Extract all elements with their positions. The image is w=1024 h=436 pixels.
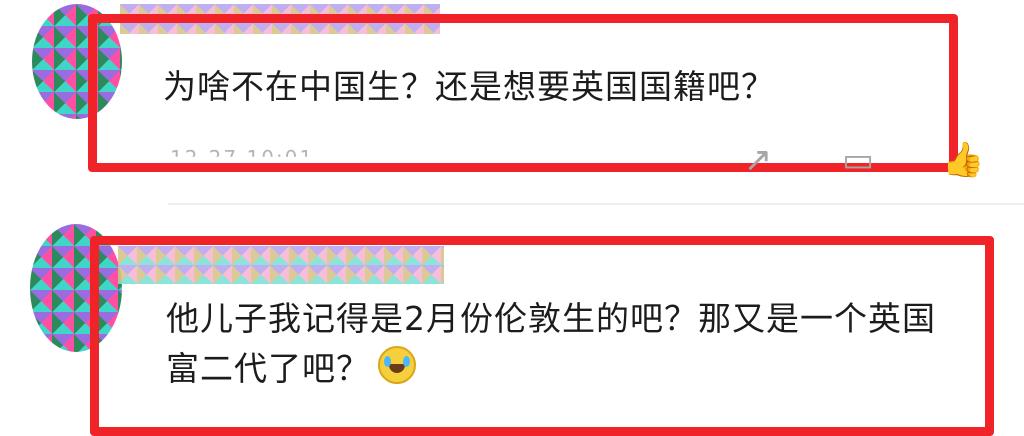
comment-text: 他儿子我记得是2月份伦敦生的吧？那又是一个英国富二代了吧？ <box>166 294 966 394</box>
comment-item: 他儿子我记得是2月份伦敦生的吧？那又是一个英国富二代了吧？ <box>0 210 1024 436</box>
comment-item: 为啥不在中国生？还是想要英国国籍吧？ 12-27 10:01 ↗ ▭ 👍 <box>0 0 1024 205</box>
reply-icon[interactable]: ▭ <box>838 140 878 180</box>
comment-text: 为啥不在中国生？还是想要英国国籍吧？ <box>163 67 775 106</box>
comment-divider <box>168 203 1024 205</box>
comment-text-content: 他儿子我记得是2月份伦敦生的吧？那又是一个英国富二代了吧？ <box>166 299 936 388</box>
share-icon[interactable]: ↗ <box>738 140 778 180</box>
like-icon[interactable]: 👍 <box>942 140 984 180</box>
laugh-cry-emoji-icon <box>378 346 416 384</box>
